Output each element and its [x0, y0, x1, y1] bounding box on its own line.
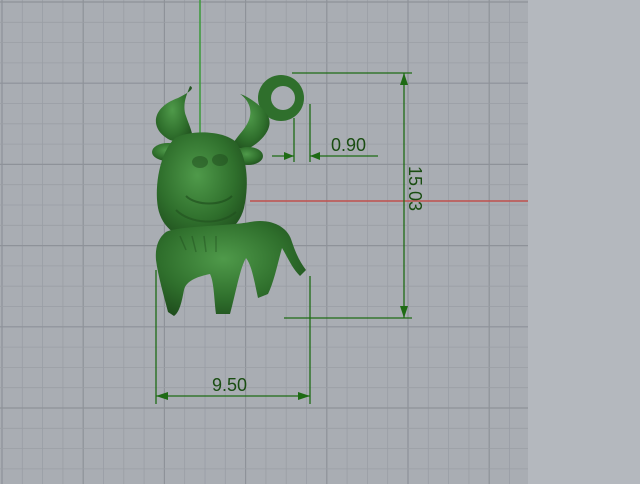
- dim-value-height: 15.03: [405, 166, 425, 211]
- right-eye: [212, 154, 228, 166]
- bull-head: [156, 132, 247, 240]
- dim-value-ring-thickness: 0.90: [331, 135, 366, 155]
- cad-viewport[interactable]: 0.90 15.03 9.50: [0, 0, 640, 484]
- side-panel: [528, 0, 640, 484]
- bail-ring-hole: [271, 86, 295, 110]
- left-eye: [192, 156, 208, 168]
- dim-value-width: 9.50: [212, 375, 247, 395]
- viewport-canvas[interactable]: 0.90 15.03 9.50: [0, 0, 640, 484]
